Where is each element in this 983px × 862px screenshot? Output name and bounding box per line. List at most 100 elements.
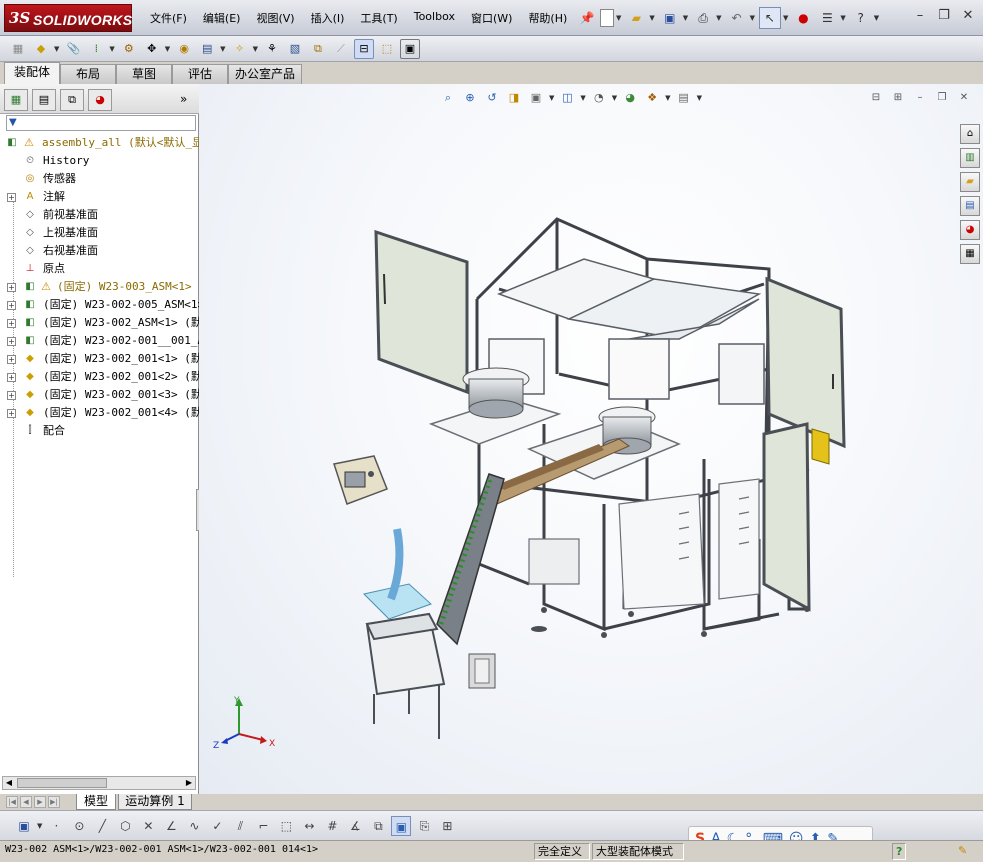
tree-item[interactable]: + ◧ ⚠ (固定) W23-003_ASM<1>: [0, 278, 199, 296]
tab-motion-study-1[interactable]: 运动算例 1: [118, 794, 192, 810]
tab-assembly[interactable]: 装配体: [4, 62, 60, 84]
expand-plus-icon[interactable]: +: [7, 301, 16, 310]
tree-item[interactable]: ⏲ History: [0, 152, 199, 170]
box-icon[interactable]: ⧉: [368, 816, 388, 836]
minimize-icon[interactable]: –: [912, 8, 928, 24]
tab-model[interactable]: 模型: [76, 794, 116, 810]
tree-item[interactable]: + ◆ (固定) W23-002_001<4> (默认: [0, 404, 199, 422]
rebuild-traffic-light-icon[interactable]: ●: [792, 7, 814, 29]
component-dropdown-icon[interactable]: ▼: [54, 45, 59, 53]
undo-icon[interactable]: ↶: [726, 7, 748, 29]
scroll-left-icon[interactable]: ◀: [3, 777, 15, 789]
expand-plus-icon[interactable]: +: [7, 337, 16, 346]
tree-item[interactable]: + ◆ (固定) W23-002_001<1> (默认: [0, 350, 199, 368]
features-dropdown-icon[interactable]: ▼: [220, 45, 225, 53]
measure-angle-icon[interactable]: ∡: [345, 816, 365, 836]
next-tab-icon[interactable]: ▶: [34, 796, 46, 808]
shaded-cube-icon[interactable]: ▣: [391, 815, 412, 836]
pattern-dropdown-icon[interactable]: ▼: [109, 45, 114, 53]
reference-geometry-icon[interactable]: ✧: [230, 39, 250, 59]
line-icon[interactable]: ╱: [92, 816, 112, 836]
expand-plus-icon[interactable]: +: [7, 409, 16, 418]
help-question-icon[interactable]: ?: [850, 7, 872, 29]
undo-dropdown-icon[interactable]: ▼: [750, 14, 755, 22]
tree-item[interactable]: ◇ 前视基准面: [0, 206, 199, 224]
tab-sketch[interactable]: 草图: [116, 64, 172, 84]
close-icon[interactable]: ✕: [960, 8, 976, 24]
smart-fasteners-icon[interactable]: ⚙: [119, 39, 139, 59]
pencil-status-icon[interactable]: ✎: [955, 843, 977, 860]
insert-component-icon[interactable]: ▦: [8, 39, 28, 59]
tree-item[interactable]: ◇ 上视基准面: [0, 224, 199, 242]
tree-item[interactable]: + ◆ (固定) W23-002_001<3> (默认: [0, 386, 199, 404]
menu-tools[interactable]: 工具(T): [360, 10, 397, 28]
camera-icon[interactable]: ⎘: [414, 816, 434, 836]
expand-plus-icon[interactable]: +: [7, 373, 16, 382]
tree-item[interactable]: ◎ 传感器: [0, 170, 199, 188]
dashed-rect-icon[interactable]: ⬚: [276, 816, 296, 836]
linear-pattern-icon[interactable]: ⁞: [86, 39, 106, 59]
graphics-viewport[interactable]: ⌕ ⊕ ↺ ◨ ▣ ▼ ◫ ▼ ◔ ▼ ◕ ❖ ▼ ▤ ▼ ⊟ ⊞ – ❐ ✕ ⌂ ▥ ▰…: [199, 84, 983, 794]
select-dropdown-icon[interactable]: ▼: [783, 14, 788, 22]
new-document-icon[interactable]: [600, 9, 614, 27]
save-dropdown-icon[interactable]: ▼: [37, 822, 42, 830]
feature-tree-tab-icon[interactable]: ▦: [4, 89, 28, 111]
tree-item[interactable]: ◇ 右视基准面: [0, 242, 199, 260]
solidworks-logo[interactable]: 3S SOLIDWORKS: [4, 4, 132, 32]
menu-toolbox[interactable]: Toolbox: [414, 10, 455, 28]
grid-icon[interactable]: #: [322, 816, 342, 836]
tree-item[interactable]: ⊥ 原点: [0, 260, 199, 278]
expand-plus-icon[interactable]: +: [7, 283, 16, 292]
expand-plus-icon[interactable]: +: [7, 193, 16, 202]
save-icon[interactable]: ▣: [659, 7, 681, 29]
configuration-manager-tab-icon[interactable]: ⧉: [60, 89, 84, 111]
tree-item[interactable]: + ◧ (固定) W23-002-005_ASM<1>: [0, 296, 199, 314]
new-dropdown-icon[interactable]: ▼: [616, 14, 621, 22]
menu-help[interactable]: 帮助(H): [528, 10, 567, 28]
expand-plus-icon[interactable]: +: [7, 391, 16, 400]
show-hidden-icon[interactable]: ◉: [174, 39, 194, 59]
circle-center-icon[interactable]: ⊙: [69, 816, 89, 836]
mate-paperclip-icon[interactable]: 📎: [63, 39, 83, 59]
print-dropdown-icon[interactable]: ▼: [716, 14, 721, 22]
open-dropdown-icon[interactable]: ▼: [649, 14, 654, 22]
scroll-right-icon[interactable]: ▶: [183, 777, 195, 789]
move-component-icon[interactable]: ✥: [142, 39, 162, 59]
restore-icon[interactable]: ❐: [936, 8, 952, 24]
tree-item[interactable]: ⫿ 配合: [0, 422, 199, 440]
expand-chevron-icon[interactable]: »: [180, 92, 187, 106]
expand-plus-icon[interactable]: +: [7, 319, 16, 328]
refgeom-dropdown-icon[interactable]: ▼: [253, 45, 258, 53]
prev-tab-icon[interactable]: ◀: [20, 796, 32, 808]
instant3d-icon[interactable]: ⬚: [377, 39, 397, 59]
tree-item[interactable]: + ◧ (固定) W23-002_ASM<1> (默认: [0, 314, 199, 332]
tab-evaluate[interactable]: 评估: [172, 64, 228, 84]
tree-item[interactable]: + ◧ (固定) W23-002-001__001_ASM: [0, 332, 199, 350]
tab-office-products[interactable]: 办公室产品: [228, 64, 302, 84]
corner-icon[interactable]: ⌐: [253, 816, 273, 836]
tab-layout[interactable]: 布局: [60, 64, 116, 84]
print-icon[interactable]: ⎙: [692, 7, 714, 29]
table-icon[interactable]: ⊞: [437, 816, 457, 836]
pin-menu-icon[interactable]: 📌: [576, 7, 598, 29]
tree-horizontal-scrollbar[interactable]: ◀ ▶: [2, 776, 196, 790]
save-dropdown-icon[interactable]: ▼: [683, 14, 688, 22]
spline-icon[interactable]: ∿: [184, 816, 204, 836]
new-motion-study-icon[interactable]: ⚘: [262, 39, 282, 59]
interference-detection-icon[interactable]: ⊟: [353, 38, 374, 59]
new-part-icon[interactable]: ◆: [31, 39, 51, 59]
tree-root[interactable]: ◧ ⚠ assembly_all (默认<默认_显: [0, 134, 199, 152]
dimension-icon[interactable]: ↔: [299, 816, 319, 836]
check-icon[interactable]: ✓: [207, 816, 227, 836]
scroll-thumb[interactable]: [17, 778, 107, 788]
polygon-icon[interactable]: ⬡: [115, 816, 135, 836]
move-dropdown-icon[interactable]: ▼: [165, 45, 170, 53]
diagonal-lines-icon[interactable]: ⫽: [230, 816, 250, 836]
help-dropdown-icon[interactable]: ▼: [874, 14, 879, 22]
trim-icon[interactable]: ✕: [138, 816, 158, 836]
angle-icon[interactable]: ∠: [161, 816, 181, 836]
filter-funnel-icon[interactable]: ▼: [9, 117, 17, 128]
tree-item[interactable]: + ◆ (固定) W23-002_001<2> (默认: [0, 368, 199, 386]
last-tab-icon[interactable]: ▶|: [48, 796, 60, 808]
expand-plus-icon[interactable]: +: [7, 355, 16, 364]
